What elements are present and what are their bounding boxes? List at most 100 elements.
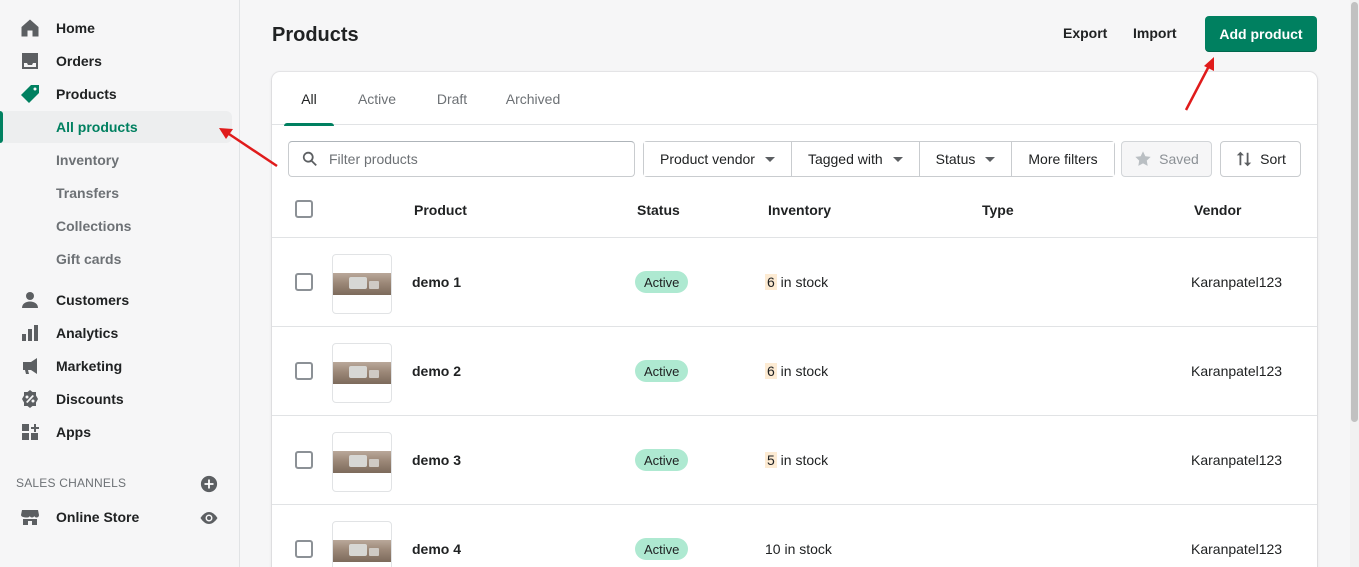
vendor-value: Karanpatel123 bbox=[1191, 452, 1283, 468]
vendor-value: Karanpatel123 bbox=[1191, 274, 1283, 290]
caret-down-icon bbox=[764, 156, 775, 162]
sidebar-item-collections[interactable]: Collections bbox=[0, 210, 232, 242]
person-icon bbox=[20, 290, 40, 310]
sales-channels-heading: SALES CHANNELS bbox=[16, 476, 127, 490]
status-badge: Active bbox=[635, 271, 689, 293]
tab-archived[interactable]: Archived bbox=[496, 72, 570, 125]
inventory-value: 5 in stock bbox=[765, 452, 828, 468]
filter-label: Tagged with bbox=[807, 151, 883, 167]
table-row[interactable]: demo 1 Active 6 in stock Karanpatel123 bbox=[272, 238, 1317, 327]
sidebar-item-label: Analytics bbox=[56, 325, 119, 341]
inventory-value: 6 in stock bbox=[765, 274, 828, 290]
sidebar-item-transfers[interactable]: Transfers bbox=[0, 177, 232, 209]
row-checkbox[interactable] bbox=[295, 273, 313, 291]
stock-count: 6 bbox=[765, 363, 777, 379]
caret-down-icon bbox=[892, 156, 903, 162]
page-title: Products bbox=[272, 24, 359, 46]
sidebar-item-label: Discounts bbox=[56, 391, 124, 407]
product-vendor-filter[interactable]: Product vendor bbox=[644, 142, 792, 176]
sidebar-item-analytics[interactable]: Analytics bbox=[0, 317, 232, 349]
export-button[interactable]: Export bbox=[1063, 25, 1107, 41]
vendor-value: Karanpatel123 bbox=[1191, 363, 1283, 379]
sidebar-item-customers[interactable]: Customers bbox=[0, 284, 232, 316]
more-filters-button[interactable]: More filters bbox=[1012, 142, 1114, 176]
sidebar-item-label: Home bbox=[56, 20, 95, 36]
tab-active[interactable]: Active bbox=[344, 72, 410, 125]
select-all-checkbox[interactable] bbox=[295, 200, 313, 218]
column-header-inventory[interactable]: Inventory bbox=[768, 202, 831, 218]
stock-count: 10 bbox=[765, 541, 781, 557]
tab-all[interactable]: All bbox=[284, 72, 334, 126]
search-input[interactable] bbox=[329, 151, 619, 167]
bar-chart-icon bbox=[20, 323, 40, 343]
import-button[interactable]: Import bbox=[1133, 25, 1177, 41]
sidebar-item-online-store[interactable]: Online Store bbox=[0, 501, 232, 533]
sidebar-item-label: Orders bbox=[56, 53, 102, 69]
table-row[interactable]: demo 3 Active 5 in stock Karanpatel123 bbox=[272, 416, 1317, 505]
column-header-product[interactable]: Product bbox=[414, 202, 467, 218]
sidebar-item-gift-cards[interactable]: Gift cards bbox=[0, 243, 232, 275]
row-checkbox[interactable] bbox=[295, 362, 313, 380]
sidebar-item-marketing[interactable]: Marketing bbox=[0, 350, 232, 382]
search-field[interactable] bbox=[288, 141, 635, 177]
row-checkbox[interactable] bbox=[295, 540, 313, 558]
sidebar-item-products[interactable]: Products bbox=[0, 78, 232, 110]
store-icon bbox=[20, 507, 40, 527]
sidebar-item-home[interactable]: Home bbox=[0, 12, 232, 44]
sidebar-item-discounts[interactable]: Discounts bbox=[0, 383, 232, 415]
sidebar-item-label: Apps bbox=[56, 424, 91, 440]
caret-down-icon bbox=[985, 156, 996, 162]
tagged-with-filter[interactable]: Tagged with bbox=[791, 142, 920, 176]
column-header-vendor[interactable]: Vendor bbox=[1194, 202, 1241, 218]
table-row[interactable]: demo 4 Active 10 in stock Karanpatel123 bbox=[272, 505, 1317, 567]
sidebar-item-label: Products bbox=[56, 86, 117, 102]
filter-label: Product vendor bbox=[660, 151, 755, 167]
scrollbar[interactable] bbox=[1350, 0, 1359, 567]
sidebar-item-inventory[interactable]: Inventory bbox=[0, 144, 232, 176]
tab-bar: All Active Draft Archived bbox=[272, 72, 1317, 126]
eye-icon[interactable] bbox=[199, 508, 219, 528]
search-icon bbox=[302, 151, 317, 167]
product-name[interactable]: demo 1 bbox=[412, 274, 461, 290]
product-name[interactable]: demo 3 bbox=[412, 452, 461, 468]
product-name[interactable]: demo 4 bbox=[412, 541, 461, 557]
vendor-value: Karanpatel123 bbox=[1191, 541, 1283, 557]
stock-text: in stock bbox=[780, 541, 832, 557]
sidebar-item-all-products[interactable]: All products bbox=[0, 111, 232, 143]
scrollbar-thumb[interactable] bbox=[1351, 2, 1358, 422]
stock-text: in stock bbox=[776, 363, 829, 379]
add-sales-channel-icon[interactable] bbox=[200, 475, 218, 493]
star-icon bbox=[1135, 151, 1151, 166]
table-row[interactable]: demo 2 Active 6 in stock Karanpatel123 bbox=[272, 327, 1317, 416]
inventory-value: 6 in stock bbox=[765, 363, 828, 379]
filter-group: Product vendor Tagged with Status More f… bbox=[643, 141, 1115, 177]
status-filter[interactable]: Status bbox=[919, 142, 1013, 176]
stock-text: in stock bbox=[776, 274, 829, 290]
sidebar-item-label: Transfers bbox=[56, 185, 120, 201]
tab-draft[interactable]: Draft bbox=[422, 72, 482, 125]
column-header-status[interactable]: Status bbox=[637, 202, 680, 218]
sidebar-item-apps[interactable]: Apps bbox=[0, 416, 232, 448]
column-header-type[interactable]: Type bbox=[982, 202, 1014, 218]
product-thumbnail bbox=[332, 521, 392, 567]
sidebar-item-label: Online Store bbox=[56, 509, 140, 525]
row-checkbox[interactable] bbox=[295, 451, 313, 469]
apps-icon bbox=[20, 422, 40, 442]
sort-icon bbox=[1236, 151, 1252, 167]
product-name[interactable]: demo 2 bbox=[412, 363, 461, 379]
saved-label: Saved bbox=[1159, 151, 1199, 167]
sidebar-item-orders[interactable]: Orders bbox=[0, 45, 232, 77]
filter-label: More filters bbox=[1028, 151, 1098, 167]
sort-button[interactable]: Sort bbox=[1220, 141, 1301, 177]
saved-button[interactable]: Saved bbox=[1121, 141, 1212, 177]
megaphone-icon bbox=[20, 356, 40, 376]
sidebar-item-label: Collections bbox=[56, 218, 132, 234]
filter-label: Status bbox=[935, 151, 976, 167]
sort-label: Sort bbox=[1260, 151, 1286, 167]
discount-icon bbox=[20, 389, 40, 409]
products-card: All Active Draft Archived Product vendor… bbox=[272, 72, 1317, 567]
tag-icon bbox=[20, 84, 40, 104]
table-header: Product Status Inventory Type Vendor bbox=[272, 185, 1317, 238]
add-product-button[interactable]: Add product bbox=[1205, 16, 1317, 52]
inventory-value: 10 in stock bbox=[765, 541, 832, 557]
